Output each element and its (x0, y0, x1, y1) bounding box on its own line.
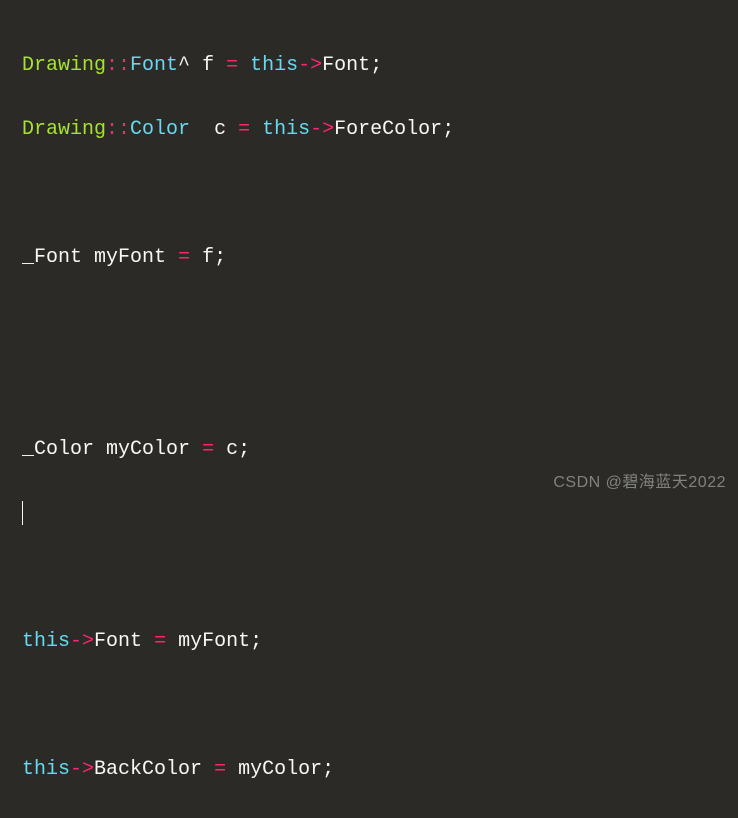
variable-token: c (214, 118, 226, 141)
property-token: BackColor (94, 758, 202, 781)
semicolon: ; (322, 758, 334, 781)
blank-line (22, 178, 716, 210)
property-token: Font (94, 630, 142, 653)
rhs-token: f (202, 246, 214, 269)
code-line: Drawing::Color c = this->ForeColor; (22, 114, 716, 146)
this-keyword: this (250, 54, 298, 77)
arrow-operator: -> (70, 758, 94, 781)
assign-operator: = (214, 758, 226, 781)
arrow-operator: -> (70, 630, 94, 653)
handle-hat: ^ (178, 54, 190, 77)
arrow-operator: -> (298, 54, 322, 77)
scope-operator: :: (106, 118, 130, 141)
space (214, 54, 226, 77)
assign-operator: = (226, 54, 238, 77)
arrow-operator: -> (310, 118, 334, 141)
space (190, 438, 202, 461)
space (82, 246, 94, 269)
variable-token: myColor (106, 438, 190, 461)
code-line: Drawing::Font^ f = this->Font; (22, 50, 716, 82)
type-token: Color (130, 118, 190, 141)
scope-operator: :: (106, 54, 130, 77)
property-token: Font (322, 54, 370, 77)
assign-operator: = (238, 118, 250, 141)
code-block: Drawing::Font^ f = this->Font; Drawing::… (22, 18, 716, 818)
semicolon: ; (250, 630, 262, 653)
space (202, 758, 214, 781)
rhs-token: c (226, 438, 238, 461)
space (166, 246, 178, 269)
rhs-token: myColor (238, 758, 322, 781)
type-token: _Font (22, 246, 82, 269)
code-line: _Color myColor = c; (22, 434, 716, 466)
namespace-token: Drawing (22, 118, 106, 141)
caret-line (22, 498, 716, 530)
assign-operator: = (154, 630, 166, 653)
blank-line (22, 370, 716, 402)
space (226, 118, 238, 141)
space (190, 118, 214, 141)
space (238, 54, 250, 77)
watermark-text: CSDN @碧海蓝天2022 (553, 470, 726, 496)
text-cursor (22, 501, 23, 525)
this-keyword: this (262, 118, 310, 141)
space (226, 758, 238, 781)
code-line: this->BackColor = myColor; (22, 754, 716, 786)
type-token: Font (130, 54, 178, 77)
this-keyword: this (22, 630, 70, 653)
type-token: _Color (22, 438, 94, 461)
variable-token: myFont (94, 246, 166, 269)
property-token: ForeColor (334, 118, 442, 141)
space (190, 246, 202, 269)
this-keyword: this (22, 758, 70, 781)
semicolon: ; (370, 54, 382, 77)
space (142, 630, 154, 653)
namespace-token: Drawing (22, 54, 106, 77)
space (94, 438, 106, 461)
space (166, 630, 178, 653)
semicolon: ; (442, 118, 454, 141)
blank-line (22, 306, 716, 338)
space (214, 438, 226, 461)
semicolon: ; (214, 246, 226, 269)
code-line: _Font myFont = f; (22, 242, 716, 274)
rhs-token: myFont (178, 630, 250, 653)
space (190, 54, 202, 77)
semicolon: ; (238, 438, 250, 461)
assign-operator: = (202, 438, 214, 461)
blank-line (22, 690, 716, 722)
space (250, 118, 262, 141)
assign-operator: = (178, 246, 190, 269)
variable-token: f (202, 54, 214, 77)
blank-line (22, 562, 716, 594)
code-line: this->Font = myFont; (22, 626, 716, 658)
